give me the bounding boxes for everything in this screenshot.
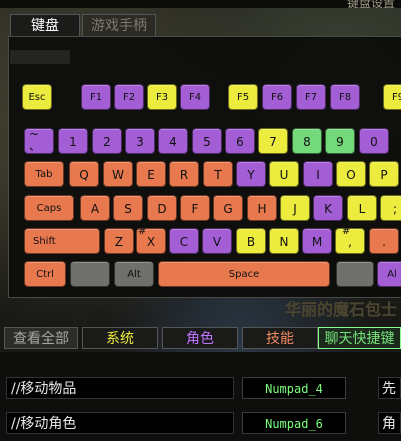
tab-keyboard[interactable]: 键盘: [10, 14, 80, 37]
key-esc[interactable]: Esc: [22, 84, 52, 110]
key-tilde-bottom: 、: [29, 139, 42, 153]
key-m[interactable]: M: [302, 228, 332, 254]
key-i[interactable]: I: [303, 161, 333, 187]
key-ctrl[interactable]: Ctrl: [24, 261, 66, 287]
key-c[interactable]: C: [169, 228, 199, 254]
key-y[interactable]: Y: [236, 161, 266, 187]
key-win[interactable]: [70, 261, 110, 287]
key-f6[interactable]: F6: [262, 84, 292, 110]
key-0[interactable]: 0: [359, 128, 389, 154]
mapping-action: //移动物品: [6, 377, 234, 399]
key-3[interactable]: 3: [125, 128, 155, 154]
key-5[interactable]: 5: [192, 128, 222, 154]
key-caps[interactable]: Caps: [24, 195, 74, 221]
key-p[interactable]: P: [369, 161, 399, 187]
key-f3[interactable]: F3: [147, 84, 177, 110]
key-alt-right[interactable]: Al: [377, 261, 401, 287]
key-d[interactable]: D: [147, 195, 177, 221]
key-z[interactable]: Z: [104, 228, 134, 254]
mapping-row: //移动物品 Numpad_4: [6, 377, 401, 399]
mapping-action: //移动角色: [6, 412, 234, 434]
mapping-extra: 先: [378, 377, 401, 399]
category-system[interactable]: 系统: [82, 327, 158, 349]
key-v[interactable]: V: [202, 228, 232, 254]
key-9[interactable]: 9: [325, 128, 355, 154]
key-f1[interactable]: F1: [81, 84, 111, 110]
key-f5[interactable]: F5: [228, 84, 258, 110]
tab-gamepad[interactable]: 游戏手柄: [82, 14, 156, 37]
key-f7[interactable]: F7: [296, 84, 326, 110]
mapping-binding[interactable]: Numpad_4: [242, 377, 346, 399]
category-chat-shortcuts[interactable]: 聊天快捷键: [318, 327, 401, 349]
key-f4[interactable]: F4: [180, 84, 210, 110]
key-h[interactable]: H: [247, 195, 277, 221]
key-comma-top: #: [342, 226, 351, 237]
key-s[interactable]: S: [113, 195, 143, 221]
background-caption: 华丽的魔石包士: [0, 296, 401, 326]
key-space[interactable]: Space: [158, 261, 330, 287]
key-7[interactable]: 7: [258, 128, 288, 154]
key-semicolon[interactable]: ;: [380, 195, 401, 221]
mapping-binding[interactable]: Numpad_6: [242, 412, 346, 434]
top-strip: 键盘设置: [0, 0, 401, 10]
key-t[interactable]: T: [203, 161, 233, 187]
key-e[interactable]: E: [136, 161, 166, 187]
key-q[interactable]: Q: [69, 161, 99, 187]
key-alt-gray[interactable]: [336, 261, 374, 287]
key-a[interactable]: A: [80, 195, 110, 221]
key-j[interactable]: J: [280, 195, 310, 221]
key-b[interactable]: B: [236, 228, 266, 254]
key-w[interactable]: W: [103, 161, 133, 187]
category-all[interactable]: 查看全部: [4, 327, 78, 349]
key-n[interactable]: N: [269, 228, 299, 254]
mapping-row: //移动角色 Numpad_6: [6, 412, 401, 434]
key-6[interactable]: 6: [225, 128, 255, 154]
key-f8[interactable]: F8: [330, 84, 360, 110]
category-skill[interactable]: 技能: [242, 327, 318, 349]
key-o[interactable]: O: [336, 161, 366, 187]
mapping-extra: 角: [378, 412, 401, 434]
key-comma[interactable]: # ,: [335, 226, 365, 254]
key-8[interactable]: 8: [292, 128, 322, 154]
category-role[interactable]: 角色: [162, 327, 238, 349]
key-shift[interactable]: Shift: [24, 228, 100, 254]
key-f9[interactable]: F9: [383, 84, 401, 110]
key-f[interactable]: F: [180, 195, 210, 221]
key-1[interactable]: 1: [58, 128, 88, 154]
key-period[interactable]: .: [369, 228, 399, 254]
key-4[interactable]: 4: [158, 128, 188, 154]
key-u[interactable]: U: [269, 161, 299, 187]
key-alt-left[interactable]: Alt: [114, 261, 154, 287]
key-x-label: X: [146, 235, 156, 249]
background-caption-text: 华丽的魔石包士: [284, 300, 397, 319]
key-r[interactable]: R: [169, 161, 199, 187]
key-2[interactable]: 2: [92, 128, 122, 154]
key-x-top: #: [138, 226, 147, 237]
key-l[interactable]: L: [347, 195, 377, 221]
key-g[interactable]: G: [213, 195, 243, 221]
key-f2[interactable]: F2: [114, 84, 144, 110]
key-tilde[interactable]: ~ 、: [24, 127, 54, 154]
panel-header-placeholder: [10, 50, 70, 64]
key-k[interactable]: K: [313, 195, 343, 221]
key-x[interactable]: # X: [136, 226, 166, 254]
key-tab[interactable]: Tab: [24, 161, 64, 187]
top-strip-text: 键盘设置: [346, 0, 395, 10]
